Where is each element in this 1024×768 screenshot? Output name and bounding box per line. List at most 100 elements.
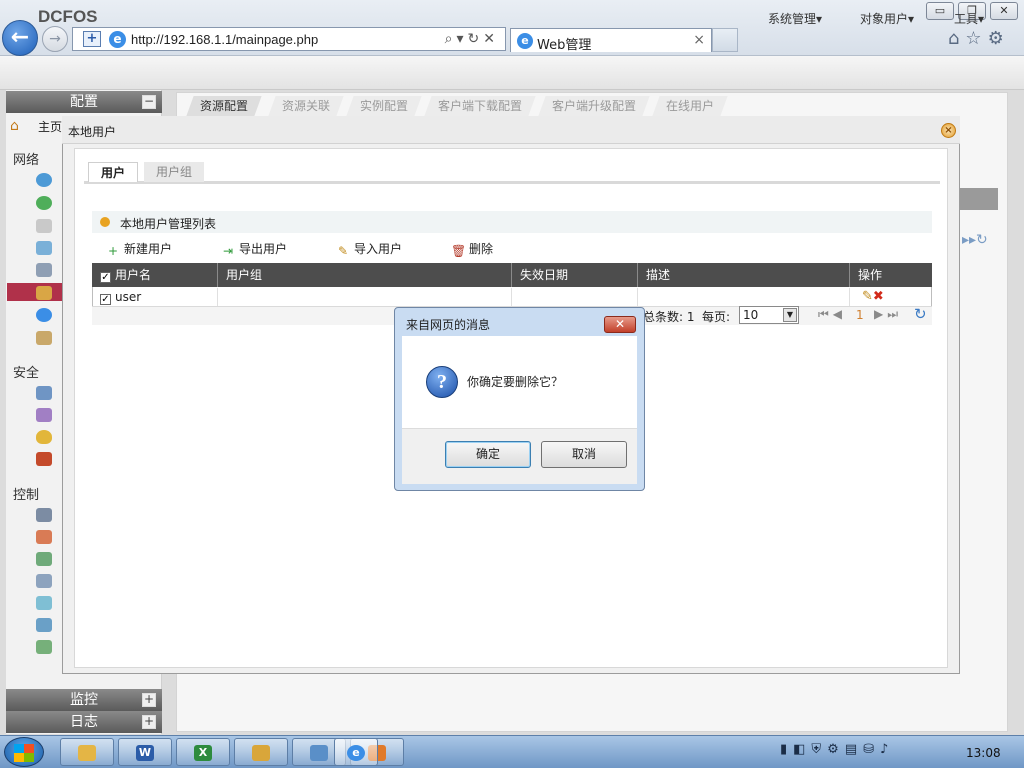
pager-current-page: 1	[856, 308, 864, 322]
next-last-page-icons[interactable]: ▶⏭	[874, 307, 902, 322]
tab-title: Web管理	[537, 38, 592, 53]
globe-icon[interactable]	[36, 173, 52, 187]
windows-logo-icon	[14, 744, 34, 762]
building-icon[interactable]	[36, 574, 52, 588]
app-header	[0, 56, 1024, 90]
modal-subtabs	[84, 160, 940, 184]
policy-icon[interactable]	[36, 408, 52, 422]
server-list-icon[interactable]	[36, 618, 52, 632]
ok-button[interactable]: 确定	[445, 441, 531, 468]
window-icon[interactable]	[36, 241, 52, 255]
globe-server-icon[interactable]	[36, 596, 52, 610]
ie-icon[interactable]	[36, 308, 52, 322]
menu-tools[interactable]: 工具▾	[954, 10, 984, 27]
trash-icon: 🗑	[451, 244, 467, 258]
table-row[interactable]: ✓ user	[92, 288, 218, 306]
dialog-close-button[interactable]: ✕	[604, 316, 636, 333]
pager-total: 总条数: 1	[643, 310, 695, 324]
expand-icon[interactable]: +	[142, 693, 156, 707]
modal-close-icon[interactable]: ×	[941, 123, 956, 138]
forward-button[interactable]: →	[42, 26, 68, 52]
menu-object-users[interactable]: 对象用户▾	[860, 10, 914, 27]
menu-system-management[interactable]: 系统管理▾	[768, 10, 822, 27]
chart-icon[interactable]	[36, 552, 52, 566]
tab-resource-association[interactable]: 资源关联	[268, 96, 344, 116]
cell-description	[638, 288, 850, 306]
user-config-icon[interactable]	[36, 331, 52, 345]
taskbar-internet-explorer[interactable]: e	[334, 738, 378, 766]
collapse-icon[interactable]: −	[142, 95, 156, 109]
ie-page-icon: e	[109, 31, 126, 48]
url-text[interactable]: http://192.168.1.1/mainpage.php	[131, 32, 318, 47]
add-user-icon: +	[107, 244, 119, 258]
compat-view-icon[interactable]: +	[83, 31, 101, 47]
chevron-down-icon[interactable]: ▼	[783, 308, 797, 322]
sidebar-monitor-header[interactable]: 监控 +	[6, 689, 162, 711]
control-window-icon[interactable]	[36, 508, 52, 522]
export-user-button[interactable]: ⇥ 导出用户	[221, 240, 287, 258]
sidebar-log-title: 日志	[70, 714, 98, 730]
tab-instance-config[interactable]: 实例配置	[346, 96, 422, 116]
system-tray-icons[interactable]: ▮◧⛨⚙▤⛁♪	[780, 742, 894, 757]
paint-icon	[252, 745, 270, 761]
first-prev-page-icons[interactable]: ⏮◀	[818, 307, 846, 322]
delete-button[interactable]: 🗑 删除	[451, 240, 493, 258]
tab-online-users[interactable]: 在线用户	[652, 96, 728, 116]
edit-icon[interactable]: ✎	[862, 289, 873, 304]
row-checkbox[interactable]: ✓	[100, 294, 111, 305]
address-bar[interactable]: + e http://192.168.1.1/mainpage.php ⌕▾↻✕	[72, 27, 506, 51]
column-header-expire[interactable]: 失效日期	[512, 263, 638, 287]
cancel-button[interactable]: 取消	[541, 441, 627, 468]
network-globe-icon[interactable]	[36, 196, 52, 210]
taskbar-excel[interactable]: X	[176, 738, 230, 766]
home-icon[interactable]: ⌂	[10, 118, 26, 134]
ie-tab-icon: e	[517, 33, 533, 49]
column-header-group[interactable]: 用户组	[218, 263, 512, 287]
taskbar-clock[interactable]: 13:08	[966, 746, 1001, 760]
address-tools-icons[interactable]: ⌕▾↻✕	[445, 31, 499, 47]
folder-icon	[78, 745, 96, 761]
tab-close-icon[interactable]: ×	[693, 32, 705, 48]
sidebar-selected-item[interactable]	[7, 283, 62, 301]
refresh-icon[interactable]: ↻	[914, 305, 927, 323]
taskbar-word[interactable]: W	[118, 738, 172, 766]
sidebar-home-label[interactable]: 主页	[38, 118, 62, 135]
taskbar-paint[interactable]	[234, 738, 288, 766]
new-user-button[interactable]: + 新建用户	[106, 240, 172, 258]
sidebar-config-title: 配置	[70, 94, 98, 110]
home-favorites-tools-icons[interactable]: ⌂☆⚙	[948, 28, 1010, 49]
globe-lock-icon[interactable]	[36, 640, 52, 654]
sidebar-config-header[interactable]: 配置 −	[6, 91, 162, 113]
browser-tab[interactable]: e Web管理 ×	[510, 28, 712, 53]
delete-row-icon[interactable]: ✖	[873, 289, 884, 304]
subtab-users[interactable]: 用户	[88, 162, 139, 182]
subtab-user-groups[interactable]: 用户组	[144, 162, 205, 182]
sidebar-log-header[interactable]: 日志 +	[6, 711, 162, 733]
new-tab-button[interactable]	[712, 28, 738, 52]
modal-title: 本地用户	[68, 125, 117, 139]
keyboard-icon[interactable]	[36, 219, 52, 233]
security-monitor-icon[interactable]	[36, 386, 52, 400]
arp-icon[interactable]	[36, 452, 52, 466]
import-user-button[interactable]: ✎ 导入用户	[336, 240, 402, 258]
back-button[interactable]: ←	[2, 20, 38, 56]
network-filter-icon[interactable]	[36, 530, 52, 544]
tab-resource-config[interactable]: 资源配置	[186, 96, 262, 116]
column-header-username[interactable]: ✓ 用户名	[92, 263, 218, 287]
per-page-select[interactable]: 10 ▼	[739, 306, 799, 324]
tab-client-upgrade[interactable]: 客户端升级配置	[538, 96, 650, 116]
window-close-button[interactable]: ✕	[990, 2, 1018, 20]
start-button[interactable]	[4, 737, 44, 767]
minimize-button[interactable]: ▭	[926, 2, 954, 20]
users-icon[interactable]	[36, 286, 52, 300]
server-icon[interactable]	[36, 263, 52, 277]
remote-desktop-icon	[310, 745, 328, 761]
tab-client-download[interactable]: 客户端下载配置	[424, 96, 536, 116]
taskbar-explorer[interactable]	[60, 738, 114, 766]
expand-icon[interactable]: +	[142, 715, 156, 729]
select-all-checkbox[interactable]: ✓	[100, 272, 111, 283]
shield-icon[interactable]	[36, 430, 52, 444]
cell-actions: ✎✖	[854, 288, 932, 306]
column-header-description[interactable]: 描述	[638, 263, 850, 287]
sidebar-section-network: 网络	[13, 153, 40, 168]
